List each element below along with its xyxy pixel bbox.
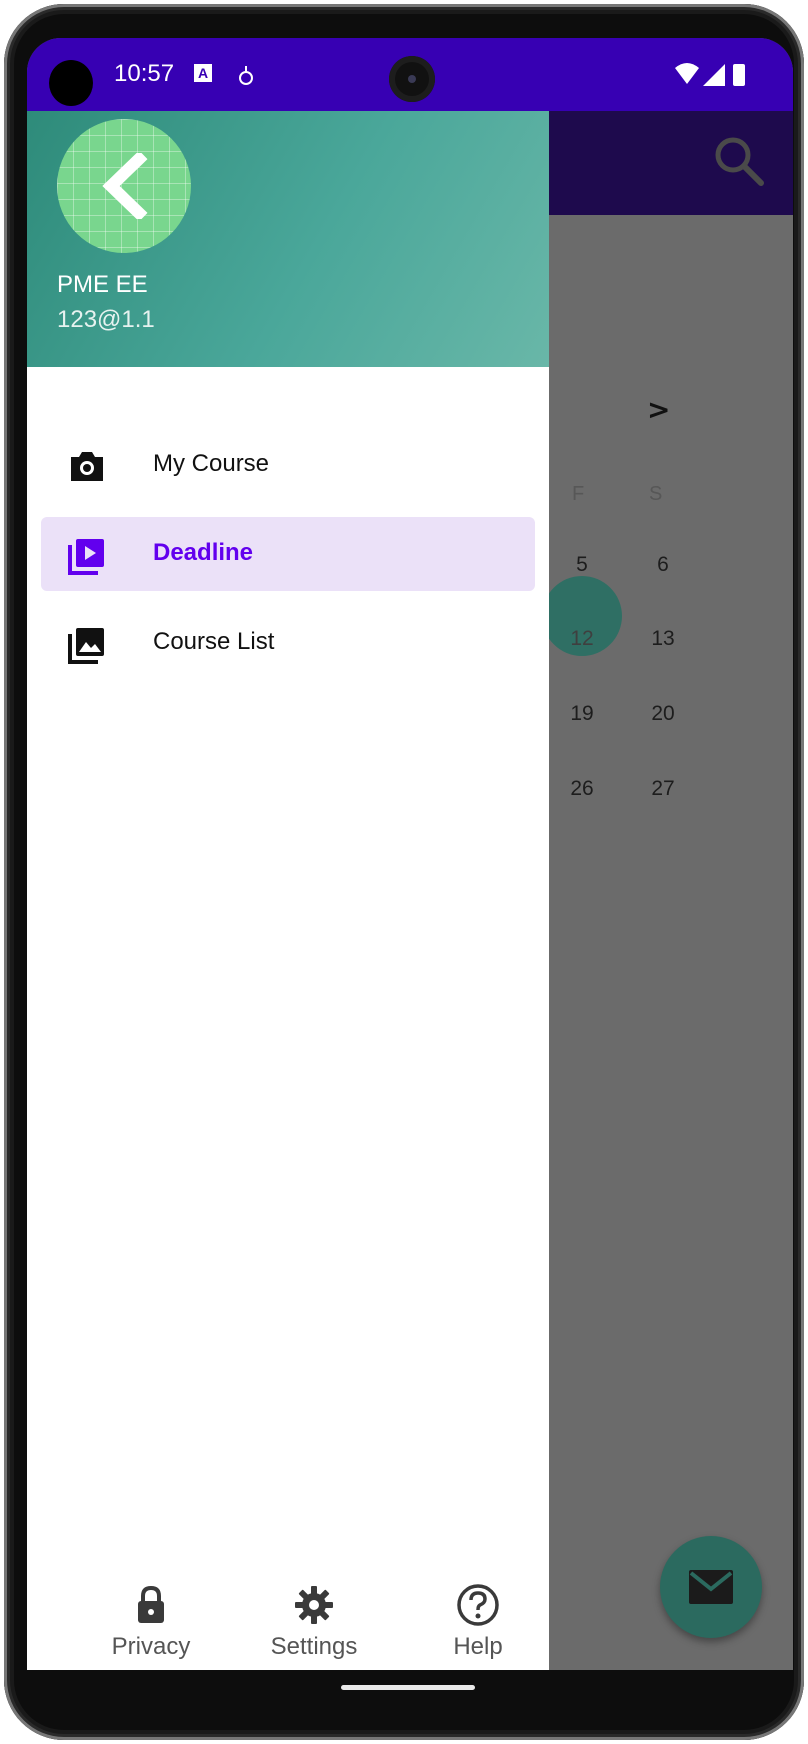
camera-icon (71, 452, 103, 481)
user-email: 123@1.1 (57, 306, 155, 333)
battery-icon (733, 64, 745, 86)
back-chevron-icon (102, 153, 148, 219)
bottom-nav-label: Privacy (111, 1633, 191, 1660)
developer-icon (239, 66, 253, 85)
notification-a-icon: A (194, 64, 212, 82)
mail-fab-button[interactable] (660, 1536, 762, 1638)
nav-item-my-course[interactable]: My Course (41, 428, 535, 502)
bottom-nav-label: Help (453, 1633, 503, 1660)
avatar[interactable] (57, 119, 191, 253)
device-screen: > F S 5 6 12 13 19 20 26 27 10:57 A PME … (27, 38, 793, 1670)
weekday-header: S (649, 483, 663, 505)
nav-item-label: Course List (153, 628, 275, 655)
photo-library-icon (68, 628, 104, 664)
bottom-nav-help[interactable]: Help (413, 1583, 543, 1670)
next-month-chevron-icon[interactable]: > (647, 393, 670, 426)
calendar-day[interactable]: 20 (638, 702, 688, 726)
status-time: 10:57 (114, 60, 175, 87)
bottom-nav-privacy[interactable]: Privacy (86, 1583, 216, 1670)
nav-item-label: Deadline (153, 539, 254, 566)
bottom-nav-label: Settings (270, 1633, 358, 1660)
status-icons (675, 63, 745, 86)
help-circle-icon (457, 1584, 499, 1626)
camera-cutout (49, 60, 93, 106)
calendar-day[interactable]: 27 (638, 777, 688, 801)
status-bar: 10:57 A (27, 38, 793, 111)
user-name: PME EE (57, 271, 148, 298)
weekday-header: F (572, 483, 585, 505)
calendar-day[interactable]: 6 (638, 553, 688, 577)
calendar-day[interactable]: 26 (557, 777, 607, 801)
gear-icon (295, 1586, 333, 1624)
drawer-bottom-nav: Privacy Settings Help (27, 1583, 549, 1670)
mail-icon (689, 1570, 733, 1604)
wifi-icon (675, 63, 699, 84)
nav-item-label: My Course (153, 450, 270, 477)
nav-item-deadline[interactable]: Deadline (41, 517, 535, 591)
lock-icon (138, 1585, 164, 1623)
video-library-icon (68, 539, 104, 575)
front-camera (389, 56, 435, 102)
home-indicator[interactable] (341, 1685, 475, 1690)
calendar-day-today[interactable]: 12 (557, 627, 607, 651)
navigation-drawer: PME EE 123@1.1 My Course Deadline Course… (27, 111, 549, 1670)
nav-item-course-list[interactable]: Course List (41, 606, 535, 680)
calendar-day[interactable]: 19 (557, 702, 607, 726)
calendar-day[interactable]: 13 (638, 627, 688, 651)
calendar-day[interactable]: 5 (557, 553, 607, 577)
drawer-header: PME EE 123@1.1 (27, 111, 549, 367)
signal-icon (703, 64, 725, 86)
search-icon[interactable] (711, 133, 767, 189)
bottom-nav-settings[interactable]: Settings (249, 1583, 379, 1670)
